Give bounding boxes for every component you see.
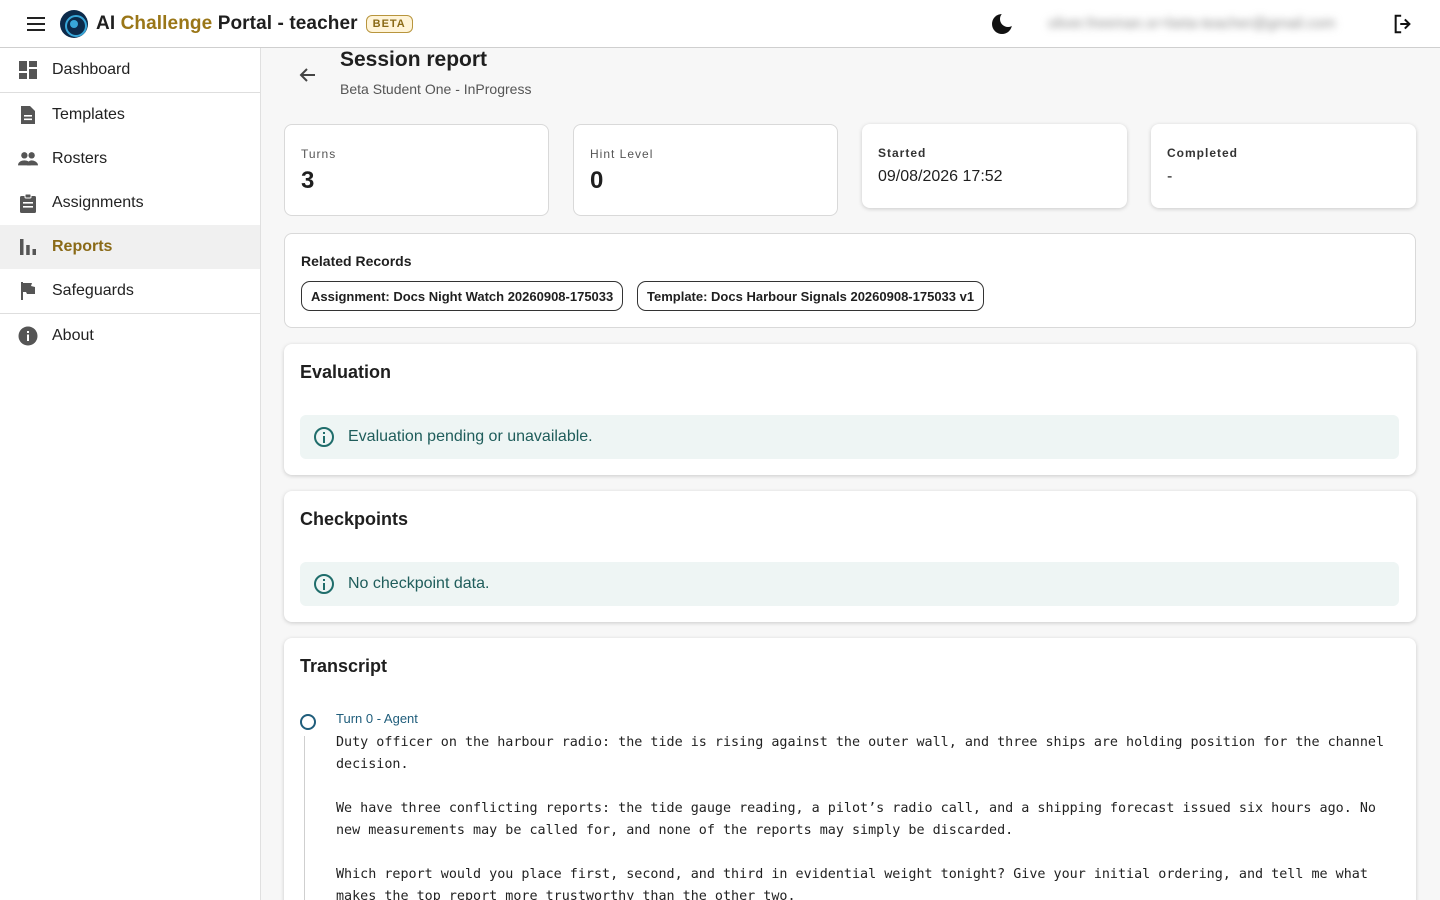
beta-badge: BETA [365, 14, 413, 33]
transcript-title: Transcript [300, 656, 388, 676]
user-email: oliver.freeman.sr+beta-teacher@gmail.com [1048, 15, 1336, 32]
sidebar-item-assignments[interactable]: Assignments [0, 181, 260, 225]
sidebar-item-label: Safeguards [52, 282, 134, 299]
people-icon [18, 149, 38, 169]
document-icon [18, 105, 38, 125]
checkpoints-panel: Checkpoints No checkpoint data. [284, 491, 1416, 622]
sidebar-item-templates[interactable]: Templates [0, 93, 260, 137]
stat-label: Hint Level [590, 147, 654, 161]
main-content: Session report Beta Student One - InProg… [261, 48, 1440, 900]
dashboard-icon [18, 60, 38, 80]
clipboard-icon [18, 193, 38, 213]
related-records-panel: Related Records Assignment: Docs Night W… [284, 233, 1416, 328]
stat-card-started: Started 09/08/2026 17:52 [862, 124, 1127, 208]
sidebar-item-rosters[interactable]: Rosters [0, 137, 260, 181]
timeline-line [304, 736, 305, 900]
alert-message: No checkpoint data. [348, 575, 490, 592]
menu-icon[interactable] [24, 12, 48, 36]
stat-value: - [1167, 168, 1173, 185]
alert-message: Evaluation pending or unavailable. [348, 428, 593, 445]
evaluation-title: Evaluation [300, 362, 392, 382]
stat-label: Started [878, 146, 927, 160]
app-title-suffix: Portal - teacher [217, 12, 358, 34]
stat-label: Completed [1167, 146, 1239, 160]
template-chip[interactable]: Template: Docs Harbour Signals 20260908-… [637, 281, 985, 311]
info-icon [18, 326, 38, 346]
page-title: Session report [340, 48, 488, 71]
sidebar-item-label: Reports [52, 238, 113, 255]
bar-chart-icon [18, 237, 38, 257]
sidebar-item-safeguards[interactable]: Safeguards [0, 269, 260, 313]
sidebar-item-label: Rosters [52, 150, 108, 167]
stat-card-hint-level: Hint Level 0 [573, 124, 838, 216]
stat-value: 09/08/2026 17:52 [878, 168, 1003, 185]
stat-card-turns: Turns 3 [284, 124, 549, 216]
checkpoints-alert: No checkpoint data. [300, 562, 1399, 606]
app-title-accent: Challenge [120, 12, 213, 34]
evaluation-panel: Evaluation Evaluation pending or unavail… [284, 344, 1416, 475]
sidebar: Dashboard Templates Rosters Assignments … [0, 48, 261, 900]
app-title: AI Challenge Portal - teacher [96, 13, 358, 35]
back-arrow-icon[interactable] [297, 64, 319, 86]
evaluation-alert: Evaluation pending or unavailable. [300, 415, 1399, 459]
transcript-panel: Transcript Turn 0 - Agent Duty officer o… [284, 638, 1416, 900]
sidebar-item-about[interactable]: About [0, 314, 260, 358]
sidebar-item-reports[interactable]: Reports [0, 225, 260, 269]
sidebar-item-label: About [52, 327, 94, 344]
top-app-bar: AI Challenge Portal - teacher BETA olive… [0, 0, 1440, 48]
info-outline-icon [314, 427, 334, 447]
info-outline-icon [314, 574, 334, 594]
assignment-chip[interactable]: Assignment: Docs Night Watch 20260908-17… [301, 281, 624, 311]
sidebar-item-dashboard[interactable]: Dashboard [0, 48, 260, 92]
checkpoints-title: Checkpoints [300, 509, 409, 529]
turn-label: Turn 0 - Agent [336, 711, 418, 726]
sidebar-item-label: Templates [52, 106, 125, 123]
stat-value: 0 [590, 167, 604, 194]
stat-card-completed: Completed - [1151, 124, 1416, 208]
dark-mode-toggle-icon[interactable] [992, 10, 1016, 34]
sidebar-item-label: Dashboard [52, 61, 131, 78]
turn-text: Duty officer on the harbour radio: the t… [336, 735, 1385, 900]
page-subtitle: Beta Student One - InProgress [340, 81, 532, 97]
logout-icon[interactable] [1392, 13, 1414, 35]
stat-value: 3 [301, 167, 315, 194]
sidebar-item-label: Assignments [52, 194, 144, 211]
app-title-prefix: AI [96, 12, 116, 34]
flag-icon [18, 281, 38, 301]
stat-label: Turns [301, 147, 337, 161]
related-records-title: Related Records [301, 253, 412, 269]
app-logo [60, 9, 88, 38]
timeline-dot-icon [300, 714, 316, 730]
